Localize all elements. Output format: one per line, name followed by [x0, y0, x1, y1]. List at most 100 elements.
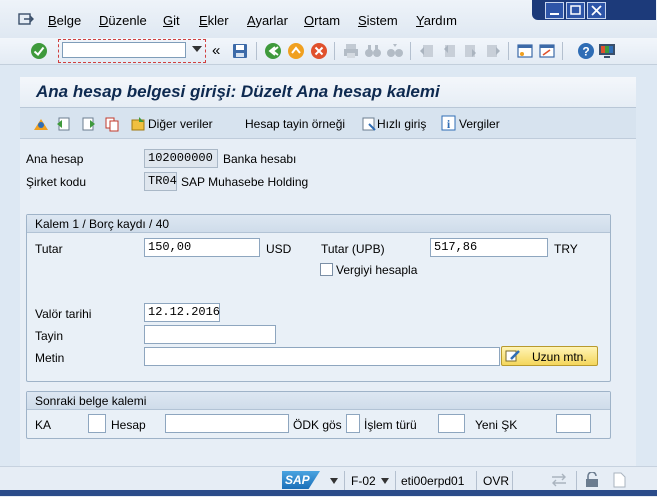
cancel-icon[interactable]	[310, 42, 328, 60]
account-template-button[interactable]: Hesap tayin örneği	[245, 117, 345, 131]
customize-layout-icon[interactable]	[598, 42, 616, 60]
arrows-icon	[552, 473, 566, 487]
text-field[interactable]	[144, 347, 500, 366]
help-icon[interactable]: ?	[577, 42, 595, 60]
amount-currency: USD	[266, 242, 292, 256]
gl-account-label: Ana hesap	[26, 152, 84, 166]
special-gl-field[interactable]	[346, 414, 360, 433]
sap-logo: SAP	[282, 471, 320, 489]
toolbar-separator	[334, 42, 335, 60]
toolbar-separator	[410, 42, 411, 60]
last-page-icon	[487, 45, 500, 57]
amount-label: Tutar	[35, 242, 63, 256]
edit-pencil-icon	[505, 350, 520, 362]
exit-icon[interactable]	[287, 42, 305, 60]
status-separator	[576, 471, 577, 491]
window-bottom-border	[0, 490, 657, 496]
local-currency: TRY	[554, 242, 578, 256]
assignment-label: Tayin	[35, 329, 64, 343]
local-amount-field[interactable]: 517,86	[430, 238, 548, 257]
account-field[interactable]	[165, 414, 289, 433]
next-item-group: Sonraki belge kalemi KA Hesap ÖDK gös İş…	[26, 391, 611, 439]
assignment-field[interactable]	[144, 325, 276, 344]
amount-field[interactable]: 150,00	[144, 238, 260, 257]
find-icon	[365, 45, 381, 57]
menu-yardim[interactable]: Yardım	[416, 13, 457, 28]
application-toolbar: Diğer veriler Hesap tayin örneği Hızlı g…	[20, 108, 636, 139]
toolbar-separator	[562, 42, 563, 60]
insert-mode: OVR	[483, 474, 510, 488]
system-toolbar: « ?	[0, 38, 657, 65]
menu-bar: Belge Düzenle Git Ekler Ayarlar Ortam Si…	[0, 0, 657, 38]
menu-git[interactable]: Git	[163, 13, 180, 28]
company-code-field: TR04	[144, 172, 177, 191]
print-icon	[344, 44, 358, 58]
command-field-frame	[58, 39, 206, 63]
long-text-button-label: Uzun mtn.	[532, 350, 587, 364]
menu-duzenle[interactable]: Düzenle	[99, 13, 147, 28]
server-name: eti00erpd01	[401, 474, 465, 488]
transaction-type-field[interactable]	[438, 414, 465, 433]
calculate-tax-checkbox[interactable]	[320, 263, 333, 276]
status-separator	[395, 471, 396, 491]
toolbar-separator	[256, 42, 257, 60]
value-date-field[interactable]: 12.12.2016	[144, 303, 220, 322]
special-gl-label: ÖDK gös	[293, 418, 342, 432]
document-icon	[613, 472, 626, 488]
toolbar-separator	[508, 42, 509, 60]
copy-item-icon[interactable]	[104, 116, 120, 132]
fast-entry-icon[interactable]	[361, 116, 377, 132]
overview-icon[interactable]	[33, 116, 49, 132]
company-code-description: SAP Muhasebe Holding	[181, 175, 309, 189]
menu-belge[interactable]: Belge	[48, 13, 81, 28]
shortcut-icon[interactable]	[538, 42, 556, 60]
chevron-down-icon[interactable]	[192, 46, 202, 52]
local-amount-label: Tutar (UPB)	[321, 242, 385, 256]
new-company-code-field[interactable]	[556, 414, 591, 433]
collapse-command-icon[interactable]: «	[212, 42, 220, 59]
transaction-type-label: İşlem türü	[364, 418, 417, 432]
taxes-button[interactable]: Vergiler	[459, 117, 500, 131]
other-data-button[interactable]: Diğer veriler	[148, 117, 213, 131]
info-icon[interactable]: i	[441, 115, 456, 131]
menu-ortam[interactable]: Ortam	[304, 13, 340, 28]
title-bar: Ana hesap belgesi girişi: Düzelt Ana hes…	[20, 77, 636, 108]
back-icon[interactable]	[264, 42, 282, 60]
item-group-header: Kalem 1 / Borç kaydı / 40	[27, 215, 610, 233]
company-code-label: Şirket kodu	[26, 175, 87, 189]
lock-icon	[586, 472, 598, 487]
chevron-down-icon[interactable]	[381, 478, 389, 484]
close-icon[interactable]	[587, 2, 606, 19]
enter-checkmark-icon[interactable]	[30, 42, 48, 60]
posting-key-field[interactable]	[88, 414, 106, 433]
command-field[interactable]	[62, 42, 186, 58]
value-date-label: Valör tarihi	[35, 307, 92, 321]
page-title: Ana hesap belgesi girişi: Düzelt Ana hes…	[36, 82, 440, 101]
minimize-icon[interactable]	[545, 2, 564, 19]
sap-logo-text: SAP	[285, 473, 310, 487]
next-page-icon	[465, 45, 476, 57]
next-item-icon[interactable]	[80, 116, 96, 132]
menu-sistem[interactable]: Sistem	[358, 13, 398, 28]
first-page-icon	[420, 45, 433, 57]
svg-text:?: ?	[582, 45, 589, 59]
menu-ekler[interactable]: Ekler	[199, 13, 229, 28]
long-text-button[interactable]: Uzun mtn.	[501, 346, 598, 366]
save-icon[interactable]	[231, 42, 249, 60]
account-label: Hesap	[111, 418, 146, 432]
new-session-icon[interactable]	[516, 42, 534, 60]
transaction-code: F-02	[351, 474, 376, 488]
menu-exit-icon[interactable]	[18, 12, 34, 26]
menu-ayarlar[interactable]: Ayarlar	[247, 13, 288, 28]
item-group: Kalem 1 / Borç kaydı / 40 Tutar 150,00 U…	[26, 214, 611, 382]
next-item-group-title: Sonraki belge kalemi	[35, 394, 147, 408]
expand-status-icon[interactable]	[330, 478, 338, 484]
window-controls	[532, 0, 656, 20]
other-data-icon[interactable]	[130, 116, 146, 132]
fast-entry-button[interactable]: Hızlı giriş	[377, 117, 426, 131]
maximize-icon[interactable]	[566, 2, 585, 19]
main-content: Ana hesap 102000000 Banka hesabı Şirket …	[20, 139, 636, 466]
status-separator	[476, 471, 477, 491]
previous-item-icon[interactable]	[56, 116, 72, 132]
calculate-tax-label: Vergiyi hesapla	[336, 263, 418, 277]
